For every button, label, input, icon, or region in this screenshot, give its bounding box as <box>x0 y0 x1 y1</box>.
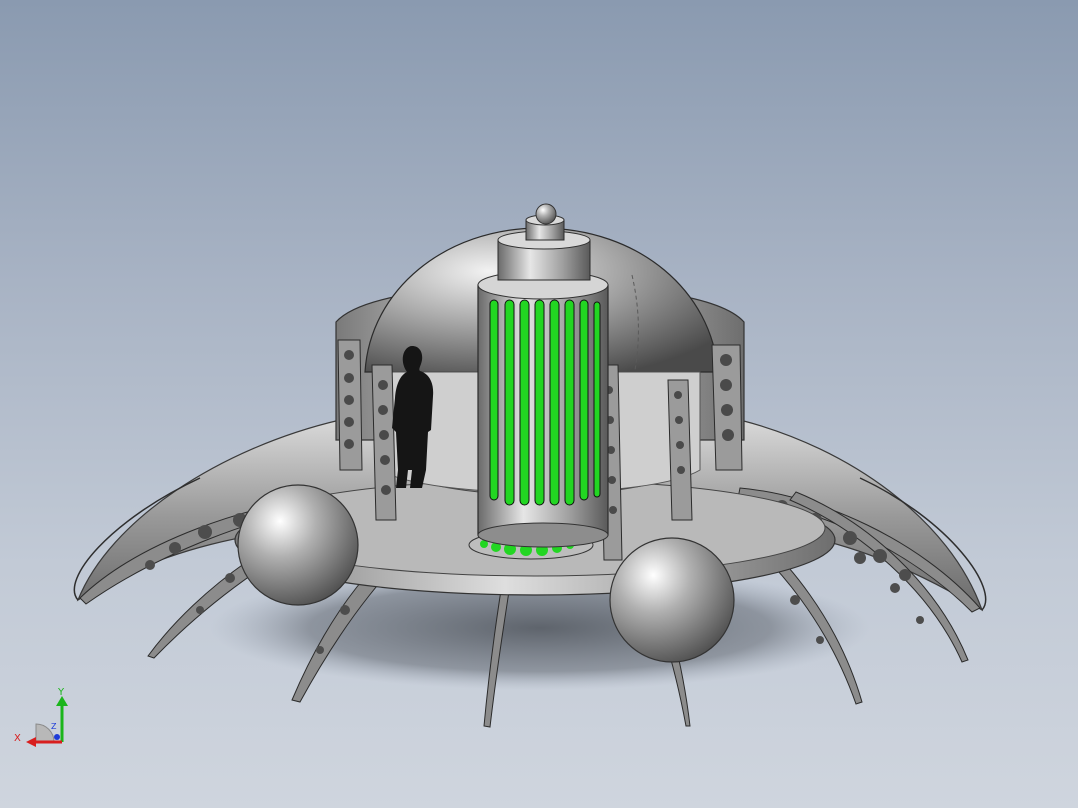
landing-sphere-right[interactable] <box>609 537 735 663</box>
z-axis-point <box>54 734 60 740</box>
landing-sphere-left[interactable] <box>237 484 359 606</box>
ufo-3d-model[interactable] <box>0 0 1078 808</box>
coordinate-triad: Y X Z <box>10 684 80 754</box>
graphics-viewport[interactable]: Y X Z <box>0 0 1078 808</box>
x-arrow-head <box>26 737 36 747</box>
triad-x-label: X <box>14 733 21 744</box>
triad-y-label: Y <box>58 687 65 698</box>
core-cap-knob[interactable] <box>535 203 557 225</box>
strut-right-mid[interactable] <box>667 379 693 521</box>
reactor-core-bottom <box>477 522 609 548</box>
triad-z-label: Z <box>51 722 57 731</box>
